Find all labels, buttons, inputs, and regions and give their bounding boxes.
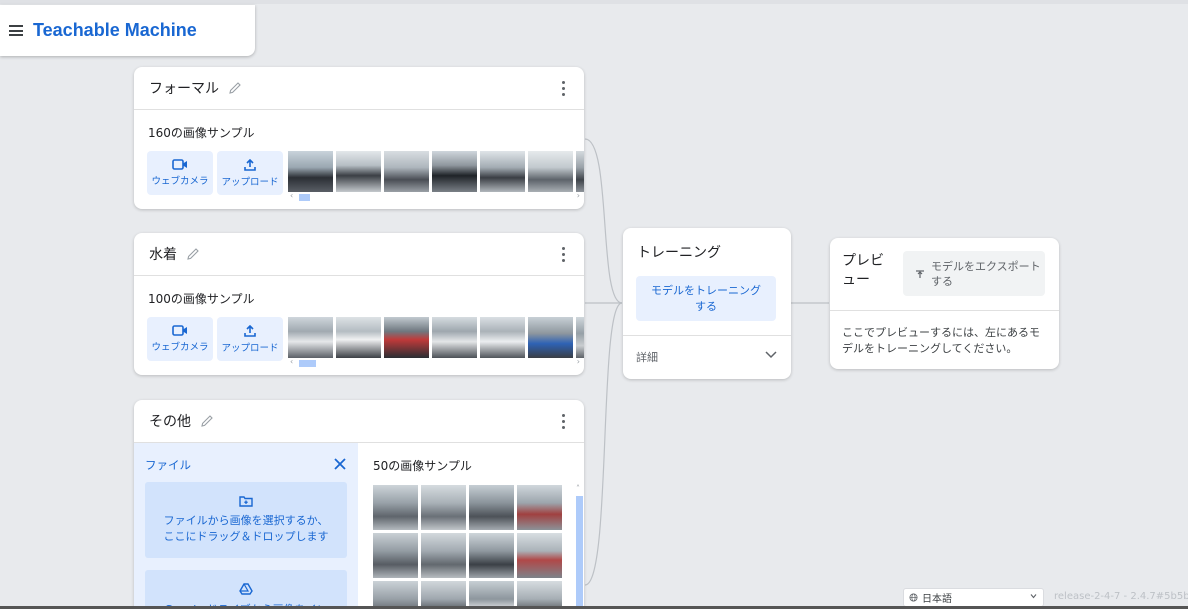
- thumbnail-scrollbar[interactable]: ˄: [576, 484, 583, 609]
- training-card: トレーニング モデルをトレーニングする 詳細: [623, 228, 791, 379]
- edit-pencil-icon[interactable]: [199, 413, 215, 429]
- sample-thumbnail[interactable]: [373, 533, 418, 578]
- train-model-button[interactable]: モデルをトレーニングする: [636, 276, 776, 321]
- files-label: ファイル: [145, 458, 191, 472]
- sample-count: 100の画像サンプル: [148, 292, 255, 306]
- upload-button[interactable]: アップロード: [217, 151, 283, 195]
- google-drive-icon: [239, 583, 253, 595]
- sample-thumbnail[interactable]: [528, 317, 573, 358]
- globe-icon: [909, 593, 918, 602]
- preview-title: プレビュー: [842, 253, 884, 288]
- upload-label: アップロード: [221, 342, 279, 354]
- sample-thumbnail[interactable]: [469, 581, 514, 609]
- class-card-header: 水着: [134, 233, 584, 276]
- sample-thumbnail[interactable]: [288, 317, 333, 358]
- class-name[interactable]: 水着: [149, 244, 177, 264]
- release-version: release-2-4-7 - 2.4.7#5b5b3: [1054, 591, 1188, 602]
- more-options-icon[interactable]: [562, 414, 566, 429]
- webcam-button[interactable]: ウェブカメラ: [147, 317, 213, 361]
- thumbnail-scrollbar[interactable]: ‹ ›: [290, 191, 580, 201]
- sample-count: 50の画像サンプル: [373, 459, 472, 473]
- app-bar: Teachable Machine: [0, 5, 255, 56]
- more-options-icon[interactable]: [562, 247, 566, 262]
- drop-instructions-line-2: ここにドラッグ＆ドロップします: [163, 530, 329, 543]
- chevron-down-icon[interactable]: [765, 351, 777, 359]
- sample-thumbnail[interactable]: [480, 151, 525, 192]
- sample-thumbnail[interactable]: [517, 485, 562, 530]
- sample-thumbnail[interactable]: [528, 151, 573, 192]
- webcam-label: ウェブカメラ: [151, 342, 209, 353]
- preview-help-text: ここでプレビューするには、左にあるモデルをトレーニングしてください。: [842, 326, 1040, 355]
- language-name: 日本語: [922, 594, 952, 605]
- sample-thumbnail[interactable]: [421, 581, 466, 609]
- preview-card: プレビュー モデルをエクスポートする ここでプレビューするには、左にあるモデルを…: [830, 238, 1059, 369]
- close-icon[interactable]: [334, 458, 346, 470]
- export-model-button[interactable]: モデルをエクスポートする: [903, 251, 1045, 296]
- app-title[interactable]: Teachable Machine: [33, 20, 197, 41]
- sample-thumbnail[interactable]: [384, 151, 429, 192]
- sample-thumbnail-grid[interactable]: [373, 485, 565, 609]
- sample-thumbnail[interactable]: [469, 533, 514, 578]
- class-name[interactable]: フォーマル: [149, 78, 219, 98]
- drop-instructions-line-1: ファイルから画像を選択するか、: [163, 514, 329, 527]
- chevron-down-icon: [1030, 594, 1037, 599]
- upload-label: アップロード: [221, 176, 279, 188]
- sample-thumbnail[interactable]: [480, 317, 525, 358]
- google-drive-import[interactable]: Google ドライブから画像をイン: [145, 570, 347, 609]
- train-model-label: モデルをトレーニングする: [651, 283, 761, 313]
- class-name[interactable]: その他: [149, 411, 191, 431]
- sample-thumbnail[interactable]: [373, 581, 418, 609]
- sample-thumbnail[interactable]: [336, 151, 381, 192]
- edit-pencil-icon[interactable]: [227, 80, 243, 96]
- sample-thumbnail[interactable]: [469, 485, 514, 530]
- sample-thumbnails[interactable]: [288, 317, 584, 358]
- top-border: [0, 0, 1188, 4]
- sample-thumbnail[interactable]: [336, 317, 381, 358]
- export-icon: [916, 270, 924, 278]
- file-drop-zone[interactable]: ファイルから画像を選択するか、 ここにドラッグ＆ドロップします: [145, 482, 347, 558]
- class-card-swimwear: 水着 100の画像サンプル ウェブカメラ アップロード ‹ ›: [134, 233, 584, 375]
- class-card-other: その他 ファイル ファイルから画像を選択するか、 ここにドラッグ＆ドロップします…: [134, 400, 584, 609]
- upload-button[interactable]: アップロード: [217, 317, 283, 361]
- upload-icon: [244, 158, 256, 171]
- video-camera-icon: [172, 159, 187, 170]
- thumbnail-scrollbar[interactable]: ‹ ›: [290, 357, 580, 367]
- sample-thumbnail[interactable]: [384, 317, 429, 358]
- sample-thumbnail[interactable]: [432, 151, 477, 192]
- class-card-header: その他: [134, 400, 584, 443]
- file-upload-panel: ファイル ファイルから画像を選択するか、 ここにドラッグ＆ドロップします Goo…: [134, 443, 358, 609]
- export-model-label: モデルをエクスポートする: [931, 260, 1041, 288]
- sample-thumbnails[interactable]: [288, 151, 584, 192]
- more-options-icon[interactable]: [562, 81, 566, 96]
- sample-thumbnail[interactable]: [517, 533, 562, 578]
- folder-add-icon: [239, 496, 253, 507]
- sample-thumbnail[interactable]: [432, 317, 477, 358]
- sample-thumbnail[interactable]: [373, 485, 418, 530]
- divider: [623, 335, 791, 336]
- training-title: トレーニング: [637, 245, 721, 261]
- webcam-button[interactable]: ウェブカメラ: [147, 151, 213, 195]
- divider: [830, 310, 1059, 311]
- sample-thumbnail[interactable]: [576, 151, 584, 192]
- sample-thumbnail[interactable]: [421, 533, 466, 578]
- edit-pencil-icon[interactable]: [185, 246, 201, 262]
- sample-thumbnail[interactable]: [576, 317, 584, 358]
- class-card-header: フォーマル: [134, 67, 584, 110]
- language-select[interactable]: 日本語: [903, 588, 1044, 607]
- class-card-formal: フォーマル 160の画像サンプル ウェブカメラ アップロード ‹ ›: [134, 67, 584, 209]
- details-toggle[interactable]: 詳細: [636, 349, 658, 365]
- sample-count: 160の画像サンプル: [148, 126, 255, 140]
- video-camera-icon: [172, 325, 187, 336]
- webcam-label: ウェブカメラ: [151, 176, 209, 187]
- hamburger-menu-icon[interactable]: [9, 25, 23, 36]
- sample-thumbnail[interactable]: [421, 485, 466, 530]
- upload-icon: [244, 324, 256, 337]
- sample-thumbnail[interactable]: [288, 151, 333, 192]
- sample-thumbnail[interactable]: [517, 581, 562, 609]
